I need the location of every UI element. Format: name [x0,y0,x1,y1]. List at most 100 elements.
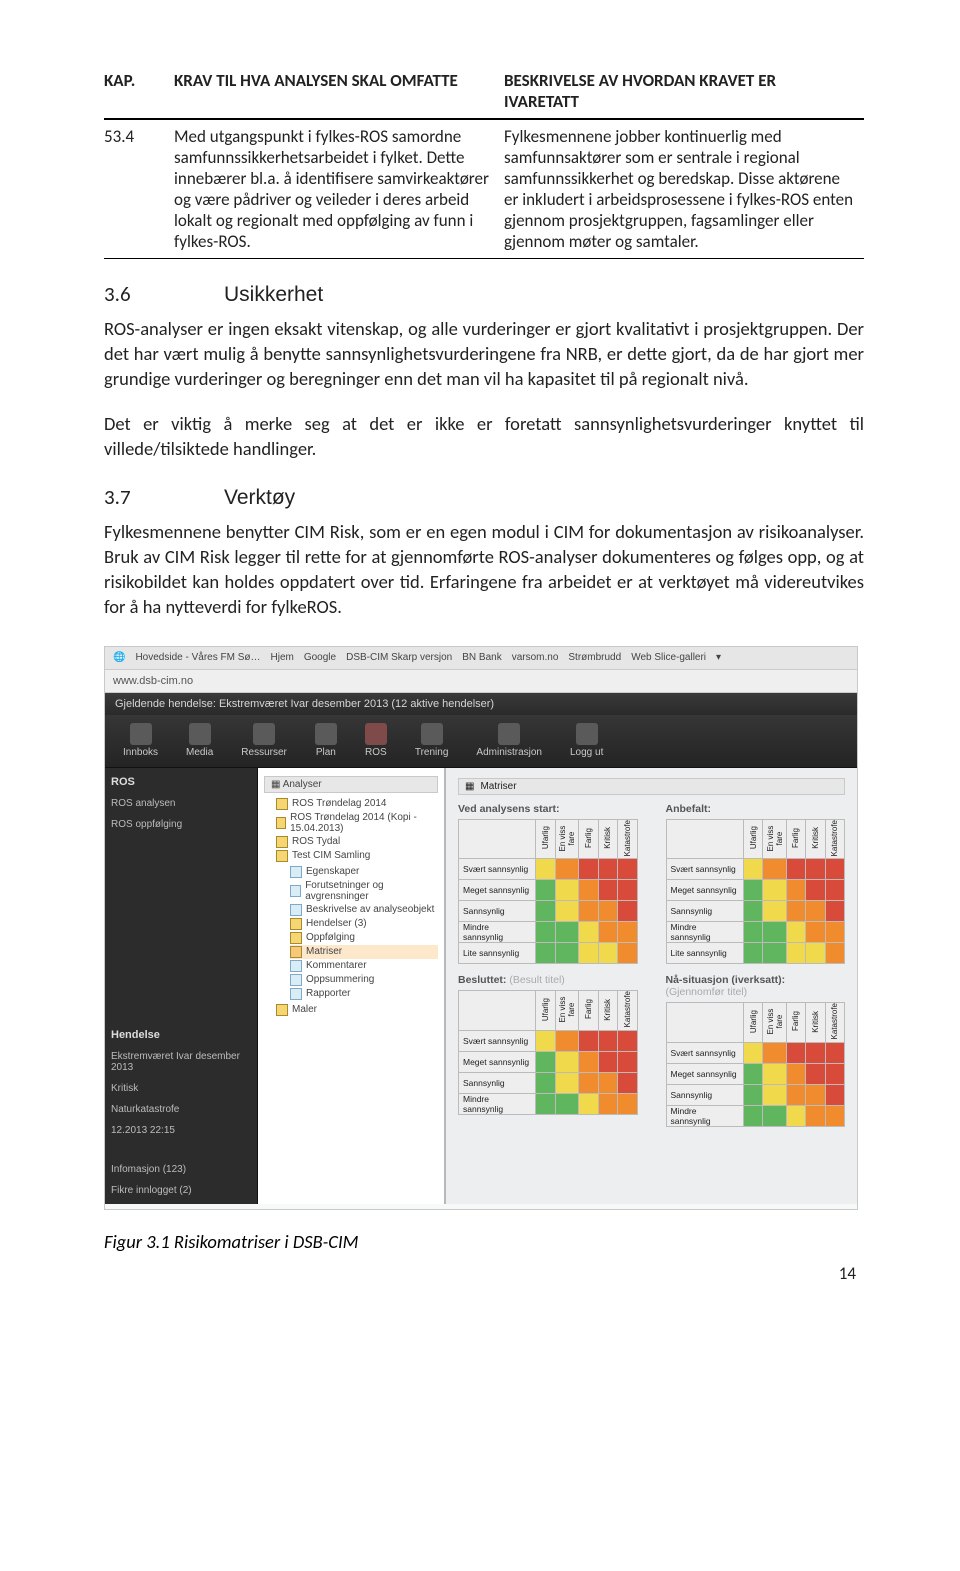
menu-plan[interactable]: Plan [315,723,337,758]
incident-text: Gjeldende hendelse: Ekstremværet Ivar de… [115,698,494,710]
risk-matrix: UfarligEn viss fareFarligKritiskKatastro… [666,819,846,964]
plan-icon [315,723,337,745]
training-icon [421,723,443,745]
sidebar-item-ros-analysen[interactable]: ROS analysen [111,798,251,809]
bookmark-item[interactable]: Hjem [271,652,294,663]
sidebar-logged-in-count[interactable]: Fikre innlogget (2) [111,1185,251,1196]
page-number: 14 [104,1263,864,1284]
matrix-start: Ved analysens start: UfarligEn viss fare… [458,803,638,964]
page-icon [290,974,302,986]
tree-label: ROS Tydal [292,836,340,847]
address-bar[interactable]: www.dsb-cim.no [105,670,857,693]
tree-label: ROS Trøndelag 2014 (Kopi - 15.04.2013) [290,812,438,834]
tree-node[interactable]: Oppsummering [290,973,438,987]
tree-node[interactable]: Maler [276,1003,438,1017]
tree-header: ▦ Analyser [264,776,438,793]
row-req: Med utgangspunkt i fylkes-ROS samordne s… [174,119,504,259]
cim-screenshot: 🌐 Hovedside - Våres FM Sø… Hjem Google D… [104,646,858,1210]
tree-node[interactable]: ROS Trøndelag 2014 [276,797,438,811]
matrices-title-bar: ▦ Matriser [458,778,845,795]
section-heading-3-7: 3.7 Verktøy [104,484,864,510]
tree-node[interactable]: Beskrivelse av analyseobjekt [290,903,438,917]
incident-bar: Gjeldende hendelse: Ekstremværet Ivar de… [105,693,857,715]
menu-media[interactable]: Media [186,723,213,758]
browser-bookmarks: 🌐 Hovedside - Våres FM Sø… Hjem Google D… [105,647,857,670]
sidebar-category: Naturkatastrofe [111,1104,251,1115]
table-row: 53.4 Med utgangspunkt i fylkes-ROS samor… [104,119,864,259]
section-heading-3-6: 3.6 Usikkerhet [104,281,864,307]
tree-header-label: Analyser [283,779,322,790]
tree-node[interactable]: Forutsetninger og avgrensninger [290,879,438,903]
page-icon [290,988,302,1000]
bookmark-item[interactable]: varsom.no [512,652,559,663]
tree-node[interactable]: Hendelser (3) [290,917,438,931]
page-icon [290,885,301,897]
sidebar-header-ros: ROS [111,776,251,788]
para-2: Det er viktig å merke seg at det er ikke… [104,412,864,462]
para-1: ROS-analyser er ingen eksakt vitenskap, … [104,317,864,392]
inbox-icon [130,723,152,745]
menu-ros[interactable]: ROS [365,723,387,758]
col-kap: KAP. [104,64,174,119]
matrix-label: Ved analysens start: [458,803,638,815]
page-icon [290,960,302,972]
folder-icon [290,932,302,944]
bookmark-item[interactable]: BN Bank [462,652,501,663]
tree-node[interactable]: ROS Tydal [276,835,438,849]
sidebar-severity: Kritisk [111,1083,251,1094]
sidebar-item-ros-oppfolging[interactable]: ROS oppfølging [111,819,251,830]
menu-ressurser[interactable]: Ressurser [241,723,287,758]
page-icon [290,904,302,916]
section-num: 3.6 [104,281,224,307]
menu-label: Ressurser [241,747,287,758]
admin-icon [498,723,520,745]
sidebar-timestamp: 12.2013 22:15 [111,1125,251,1136]
matrices-title: Matriser [480,781,516,792]
folder-icon [276,798,288,810]
tree-node[interactable]: Oppfølging [290,931,438,945]
resources-icon [253,723,275,745]
folder-icon [276,850,288,862]
sidebar-header-hendelse: Hendelse [111,1029,251,1041]
tree-label: Kommentarer [306,960,367,971]
sidebar-incident-name: Ekstremværet Ivar desember 2013 [111,1051,251,1073]
media-icon [189,723,211,745]
matrix-naa: Nå-situasjon (iverksatt): (Gjennomfør ti… [666,974,846,1126]
folder-icon [276,1004,288,1016]
folder-icon [290,946,302,958]
matrix-label: Besluttet: (Besult titel) [458,974,638,986]
menu-logout[interactable]: Logg ut [570,723,603,758]
row-num: 53.4 [104,119,174,259]
menu-admin[interactable]: Administrasjon [476,723,542,758]
risk-matrix: UfarligEn viss fareFarligKritiskKatastro… [666,1002,846,1126]
matrix-label: Anbefalt: [666,803,846,815]
matrices-panel: ▦ Matriser Ved analysens start: UfarligE… [446,768,857,1204]
menu-inbox[interactable]: Innboks [123,723,158,758]
bookmark-item[interactable]: Hovedside - Våres FM Sø… [135,652,260,663]
tree-label: Oppsummering [306,974,374,985]
sidebar-info-count[interactable]: Infomasjon (123) [111,1164,251,1175]
tree-node-matriser[interactable]: Matriser [290,945,438,959]
bookmark-item[interactable]: Google [304,652,336,663]
menu-trening[interactable]: Trening [415,723,449,758]
menu-label: Plan [316,747,336,758]
tree-node[interactable]: Kommentarer [290,959,438,973]
bookmark-item[interactable]: DSB-CIM Skarp versjon [346,652,452,663]
folder-icon [290,918,302,930]
section-title: Usikkerhet [224,283,323,307]
tree-node[interactable]: Test CIM Samling [276,849,438,863]
tree-node[interactable]: ROS Trøndelag 2014 (Kopi - 15.04.2013) [276,811,438,835]
tree-label: Rapporter [306,988,350,999]
left-sidebar: ROS ROS analysen ROS oppfølging Hendelse… [105,768,258,1204]
folder-icon [276,817,286,829]
risk-matrix: UfarligEn viss fareFarligKritiskKatastro… [458,990,638,1114]
bookmark-item[interactable]: Web Slice-galleri [631,652,706,663]
chevron-down-icon[interactable]: ▾ [716,652,721,663]
tree-label: Maler [292,1004,317,1015]
tree-node[interactable]: Egenskaper [290,865,438,879]
url-text: www.dsb-cim.no [113,675,193,687]
tree-node[interactable]: Rapporter [290,987,438,1001]
bookmark-item[interactable]: Strømbrudd [568,652,621,663]
matrix-label: Nå-situasjon (iverksatt): (Gjennomfør ti… [666,974,846,998]
section-title: Verktøy [224,486,295,510]
